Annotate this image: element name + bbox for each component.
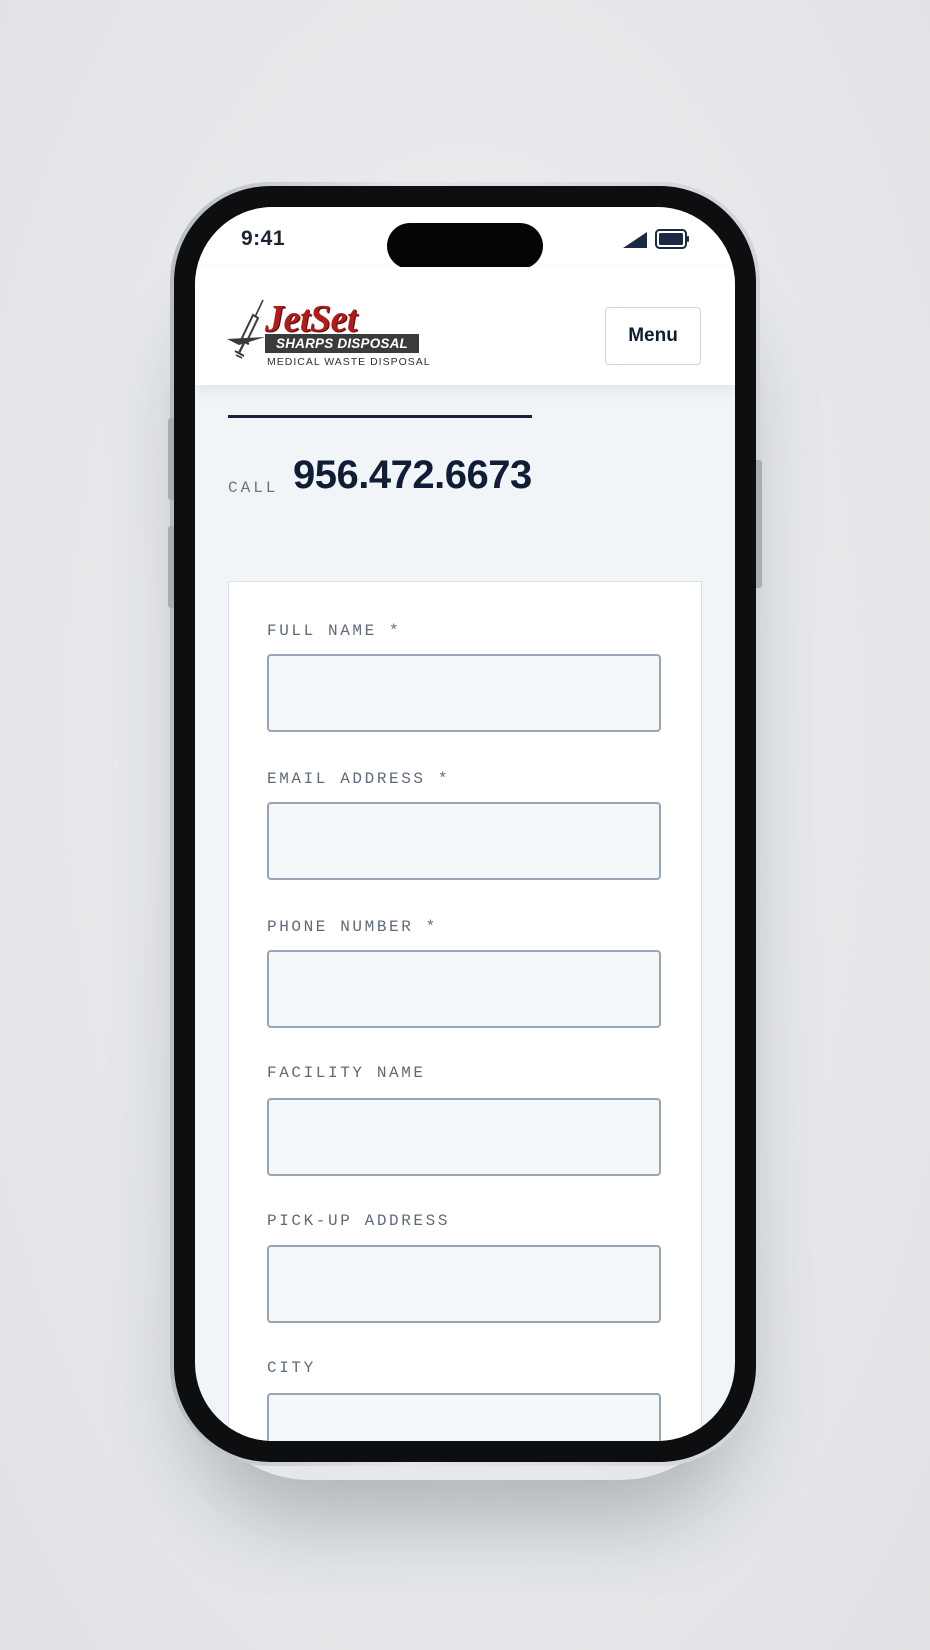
call-row: CALL 956.472.6673 — [228, 453, 708, 503]
company-logo[interactable]: JetSet SHARPS DISPOSAL MEDICAL WASTE DIS… — [227, 298, 430, 375]
contact-form: FULL NAME * EMAIL ADDRESS * PHONE NUMBER… — [228, 581, 702, 1441]
city-input[interactable] — [267, 1393, 661, 1441]
power-button — [755, 460, 762, 588]
battery-icon — [655, 229, 689, 249]
facility-name-input[interactable] — [267, 1098, 661, 1176]
phone-number-input[interactable] — [267, 950, 661, 1028]
accent-divider — [228, 415, 532, 418]
dynamic-island — [387, 223, 543, 269]
status-bar: 9:41 — [195, 207, 735, 269]
syringe-icon — [227, 299, 265, 359]
phone-number-link[interactable]: 956.472.6673 — [293, 453, 532, 498]
logo-subline: MEDICAL WASTE DISPOSAL — [267, 356, 431, 368]
cellular-signal-icon — [623, 232, 647, 248]
pickup-address-input[interactable] — [267, 1245, 661, 1323]
status-time: 9:41 — [241, 227, 286, 250]
email-address-input[interactable] — [267, 802, 661, 880]
pickup-address-label: PICK-UP ADDRESS — [267, 1212, 451, 1230]
email-address-label: EMAIL ADDRESS * — [267, 770, 451, 788]
facility-name-label: FACILITY NAME — [267, 1064, 426, 1082]
phone-screen: 9:41 JetSet SHARPS DISPOSAL MEDICAL WAST — [195, 207, 735, 1441]
full-name-label: FULL NAME * — [267, 622, 402, 640]
full-name-input[interactable] — [267, 654, 661, 732]
site-header: JetSet SHARPS DISPOSAL MEDICAL WASTE DIS… — [195, 267, 735, 385]
city-label: CITY — [267, 1359, 316, 1377]
phone-number-label: PHONE NUMBER * — [267, 918, 438, 936]
call-label: CALL — [228, 479, 279, 497]
logo-tagline: SHARPS DISPOSAL — [265, 334, 419, 353]
menu-button[interactable]: Menu — [605, 307, 701, 365]
